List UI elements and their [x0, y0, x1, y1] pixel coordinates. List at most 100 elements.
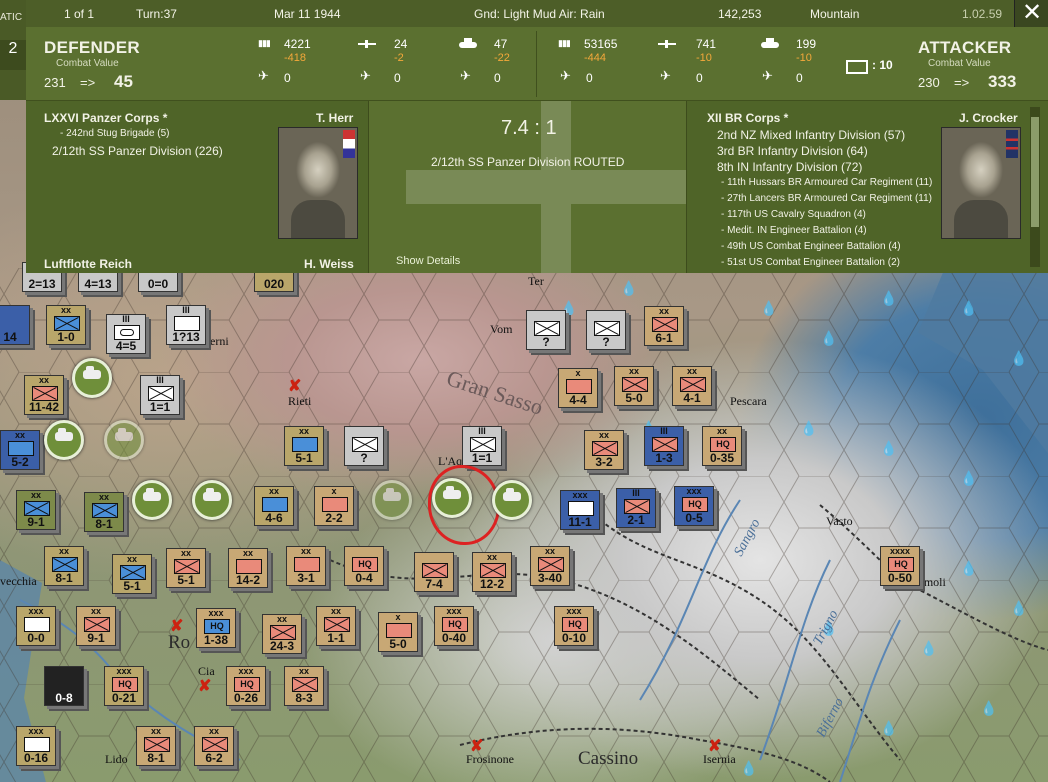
unit-counter[interactable]: 0-8 [44, 666, 84, 706]
unit-counter[interactable]: xx 3-40 [530, 546, 570, 586]
unit-counter[interactable]: x 2-2 [314, 486, 354, 526]
attacker-unit-line: - 51st US Combat Engineer Battalion (2) [721, 257, 900, 268]
defender-infantry: 4221 [284, 37, 311, 51]
unit-counter[interactable]: xx 5-1 [112, 554, 152, 594]
hex-coordinate: 142,253 [718, 7, 762, 21]
unit-counter[interactable]: xx 5-2 [0, 430, 40, 470]
unit-counter[interactable]: xx 4-1 [672, 366, 712, 406]
attacker-infantry-loss: -444 [584, 52, 607, 64]
unit-counter[interactable]: III 1=1 [462, 426, 502, 466]
unit-counter[interactable]: HQ 0-4 [344, 546, 384, 586]
left-side-tab[interactable]: ATIC 2 [0, 0, 26, 100]
attacker-ratio: : 10 [872, 58, 893, 72]
unit-counter[interactable]: xxx 0-0 [16, 606, 56, 646]
bomber-icon [660, 68, 676, 84]
unit-counter[interactable]: xx 8-1 [84, 492, 124, 532]
unit-counter[interactable]: xx 5-1 [166, 548, 206, 588]
unit-counter[interactable]: ? [526, 310, 566, 350]
panzer-unit-icon[interactable] [492, 480, 532, 520]
city-teramo: Ter [528, 274, 544, 288]
unit-counter[interactable]: xx 5-1 [284, 426, 324, 466]
panzer-unit-icon[interactable] [132, 480, 172, 520]
panzer-unit-icon[interactable] [104, 420, 144, 460]
defender-air3: 0 [494, 71, 501, 85]
unit-counter[interactable]: xx 24-3 [262, 614, 302, 654]
attacker-unit-line: - 117th US Cavalry Squadron (4) [721, 209, 866, 220]
unit-counter[interactable]: xx 1-0 [46, 305, 86, 345]
unit-counter[interactable]: xx 3-1 [286, 546, 326, 586]
unit-counter[interactable]: III 2-1 [616, 488, 656, 528]
transport-icon [460, 68, 476, 84]
defender-air2: 0 [394, 71, 401, 85]
unit-counter[interactable]: III 1-3 [644, 426, 684, 466]
combat-odds: 7.4 : 1 [501, 117, 557, 139]
attacker-air2: 0 [696, 71, 703, 85]
ratio-icon [846, 60, 868, 74]
city-civitavecchia: vecchia [0, 574, 37, 588]
unit-counter[interactable]: xxx HQ 0-10 [554, 606, 594, 646]
unit-counter[interactable]: xx 9-1 [76, 606, 116, 646]
unit-counter[interactable]: xxx HQ 0-21 [104, 666, 144, 706]
attacker-guns-loss: -10 [696, 52, 712, 64]
unit-counter[interactable]: xx 5-0 [614, 366, 654, 406]
defender-cv-label: Combat Value [56, 58, 119, 69]
city-vasto: Vasto [826, 514, 853, 528]
attacker-tanks-loss: -10 [796, 52, 812, 64]
unit-counter[interactable]: x 5-0 [378, 612, 418, 652]
unit-counter[interactable]: xx 8-3 [284, 666, 324, 706]
unit-counter[interactable]: x 4-4 [558, 368, 598, 408]
unit-counter[interactable]: xx 11-42 [24, 375, 64, 415]
unit-counter[interactable]: III 1?13 [166, 305, 206, 345]
unit-counter[interactable]: xx 6-1 [644, 306, 684, 346]
unit-counter[interactable]: ? [344, 426, 384, 466]
unit-counter[interactable]: xxx HQ 0-40 [434, 606, 474, 646]
city-vomano: Vom [490, 322, 513, 336]
attacker-unit-line: - Medit. IN Engineer Battalion (4) [721, 225, 867, 236]
unit-counter[interactable]: xx 1-1 [316, 606, 356, 646]
unit-counter[interactable]: xx 8-1 [44, 546, 84, 586]
attacker-cv-label: Combat Value [928, 58, 991, 69]
unit-counter[interactable]: xx 8-1 [136, 726, 176, 766]
unit-counter[interactable]: xx 9-1 [16, 490, 56, 530]
defender-air-commander: H. Weiss [304, 257, 354, 271]
unit-counter[interactable]: xxx HQ 1-38 [196, 608, 236, 648]
attacker-cv-from: 230 [918, 75, 940, 90]
panzer-unit-icon[interactable] [192, 480, 232, 520]
defender-cv-from: 231 [44, 75, 66, 90]
close-button[interactable]: ✕ [1014, 0, 1048, 27]
artillery-icon [658, 40, 676, 48]
unit-counter[interactable]: xx 3-2 [584, 430, 624, 470]
unit-counter[interactable]: ? [586, 310, 626, 350]
unit-counter[interactable]: xxx HQ 0-26 [226, 666, 266, 706]
unit-counter[interactable]: xx 12-2 [472, 552, 512, 592]
airfield-isernia-icon: ✘ [708, 738, 722, 755]
unit-counter[interactable]: 7-4 [414, 552, 454, 592]
attacker-commander-portrait [941, 127, 1021, 239]
unit-counter[interactable]: xxxx HQ 0-50 [880, 546, 920, 586]
panzer-unit-icon[interactable] [44, 420, 84, 460]
attacker-air3: 0 [796, 71, 803, 85]
scrollbar-thumb[interactable] [1031, 117, 1039, 227]
unit-counter[interactable]: xxx 0-16 [16, 726, 56, 766]
unit-counter[interactable]: III 1=1 [140, 375, 180, 415]
defender-guns: 24 [394, 37, 408, 51]
defender-unit-line: - 242nd Stug Brigade (5) [60, 128, 170, 139]
unit-counter[interactable]: xx 6-2 [194, 726, 234, 766]
unit-counter[interactable]: xxx HQ 0-5 [674, 486, 714, 526]
panzer-unit-icon[interactable] [72, 358, 112, 398]
defender-infantry-loss: -418 [284, 52, 307, 64]
attacker-tanks: 199 [796, 37, 817, 51]
left-tab-button[interactable]: 2 [0, 40, 26, 70]
defender-title: DEFENDER [44, 38, 140, 57]
panzer-unit-icon[interactable] [372, 480, 412, 520]
unit-counter[interactable]: xx 14-2 [228, 548, 268, 588]
airfield-frosinone-icon: ✘ [470, 738, 484, 755]
unit-counter[interactable]: xx HQ 0-35 [702, 426, 742, 466]
show-details-link[interactable]: Show Details [396, 255, 460, 267]
attacker-list-scrollbar[interactable] [1030, 107, 1040, 267]
unit-counter[interactable]: III 4=5 [106, 314, 146, 354]
left-tab-label: ATIC [0, 12, 23, 23]
unit-counter[interactable]: xxx 11-1 [560, 490, 600, 530]
unit-counter[interactable]: 14 [0, 305, 30, 345]
unit-counter[interactable]: xx 4-6 [254, 486, 294, 526]
